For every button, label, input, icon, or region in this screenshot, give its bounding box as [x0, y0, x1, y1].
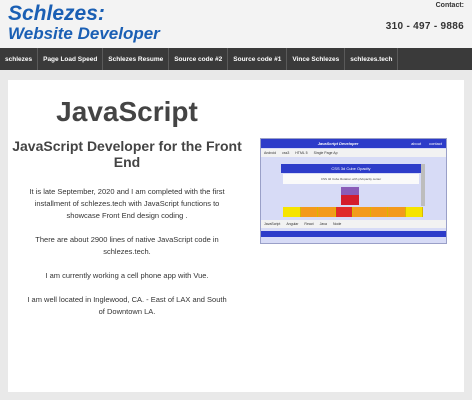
nav-item-source-code-2[interactable]: Source code #2	[169, 48, 229, 70]
current-work-paragraph: I am currently working a cell phone app …	[45, 271, 209, 280]
preview-header: JavaScript Developer about contact	[261, 139, 446, 148]
preview-color-strip	[283, 207, 423, 217]
preview-cube-top	[341, 187, 359, 195]
preview-scrollbar	[421, 164, 425, 206]
preview-nav-item: HTML 5	[295, 151, 308, 155]
preview-link-about: about	[411, 141, 422, 146]
preview-cube-front	[341, 195, 359, 205]
preview-cube-bar: CSS 3d Cube Opacity	[281, 164, 421, 173]
preview-cube-panel: CSS 3d Cube Rotation with ph/opacity cen…	[283, 174, 419, 184]
preview-title: JavaScript Developer	[317, 141, 359, 146]
contact-label: Contact:	[435, 2, 464, 9]
nav-item-page-load-speed[interactable]: Page Load Speed	[38, 48, 104, 70]
logo-title[interactable]: Schlezes:	[8, 2, 105, 26]
preview-footer-nav: JavaScript Angular React Java Node	[261, 220, 446, 228]
main-nav: schlezes Page Load Speed Schlezes Resume…	[0, 48, 472, 70]
preview-footer-item: React	[304, 222, 314, 226]
preview-footer-item: Node	[332, 222, 342, 226]
logo-subtitle[interactable]: Website Developer	[8, 24, 160, 44]
preview-footer-item: Angular	[286, 222, 299, 226]
preview-bottom-bar	[261, 231, 446, 237]
site-preview-image[interactable]: JavaScript Developer about contact Andro…	[260, 138, 447, 244]
intro-column: JavaScript JavaScript Developer for the …	[8, 80, 246, 318]
nav-item-schlezes-resume[interactable]: Schlezes Resume	[103, 48, 170, 70]
nav-item-schlezes[interactable]: schlezes	[0, 48, 39, 70]
preview-nav-item: Single Page Ap	[313, 151, 338, 155]
page-subtitle: JavaScript Developer for the Front End	[12, 138, 242, 170]
preview-link-contact: contact	[429, 141, 442, 146]
nav-item-vince-schlezes[interactable]: Vince Schlezes	[287, 48, 346, 70]
nav-item-source-code-1[interactable]: Source code #1	[228, 48, 288, 70]
preview-footer-item: JavaScript	[264, 222, 281, 226]
preview-footer-item: Java	[319, 222, 327, 226]
preview-nav: Android css3 HTML 5 Single Page Ap	[261, 149, 446, 157]
main-content: JavaScript JavaScript Developer for the …	[8, 80, 464, 392]
nav-item-schlezes-tech[interactable]: schlezes.tech	[345, 48, 399, 70]
preview-nav-item: css3	[282, 151, 290, 155]
site-header: Schlezes: Website Developer Contact: 310…	[0, 0, 472, 48]
preview-nav-item: Android	[264, 151, 277, 155]
location-paragraph: I am well located in Inglewood, CA. - Ea…	[27, 295, 227, 316]
page-title: JavaScript	[56, 96, 198, 127]
intro-paragraph: It is late September, 2020 and I am comp…	[29, 187, 225, 220]
lines-of-code-paragraph: There are about 2900 lines of native Jav…	[35, 235, 219, 256]
phone-number[interactable]: 310 - 497 - 9886	[386, 21, 464, 32]
